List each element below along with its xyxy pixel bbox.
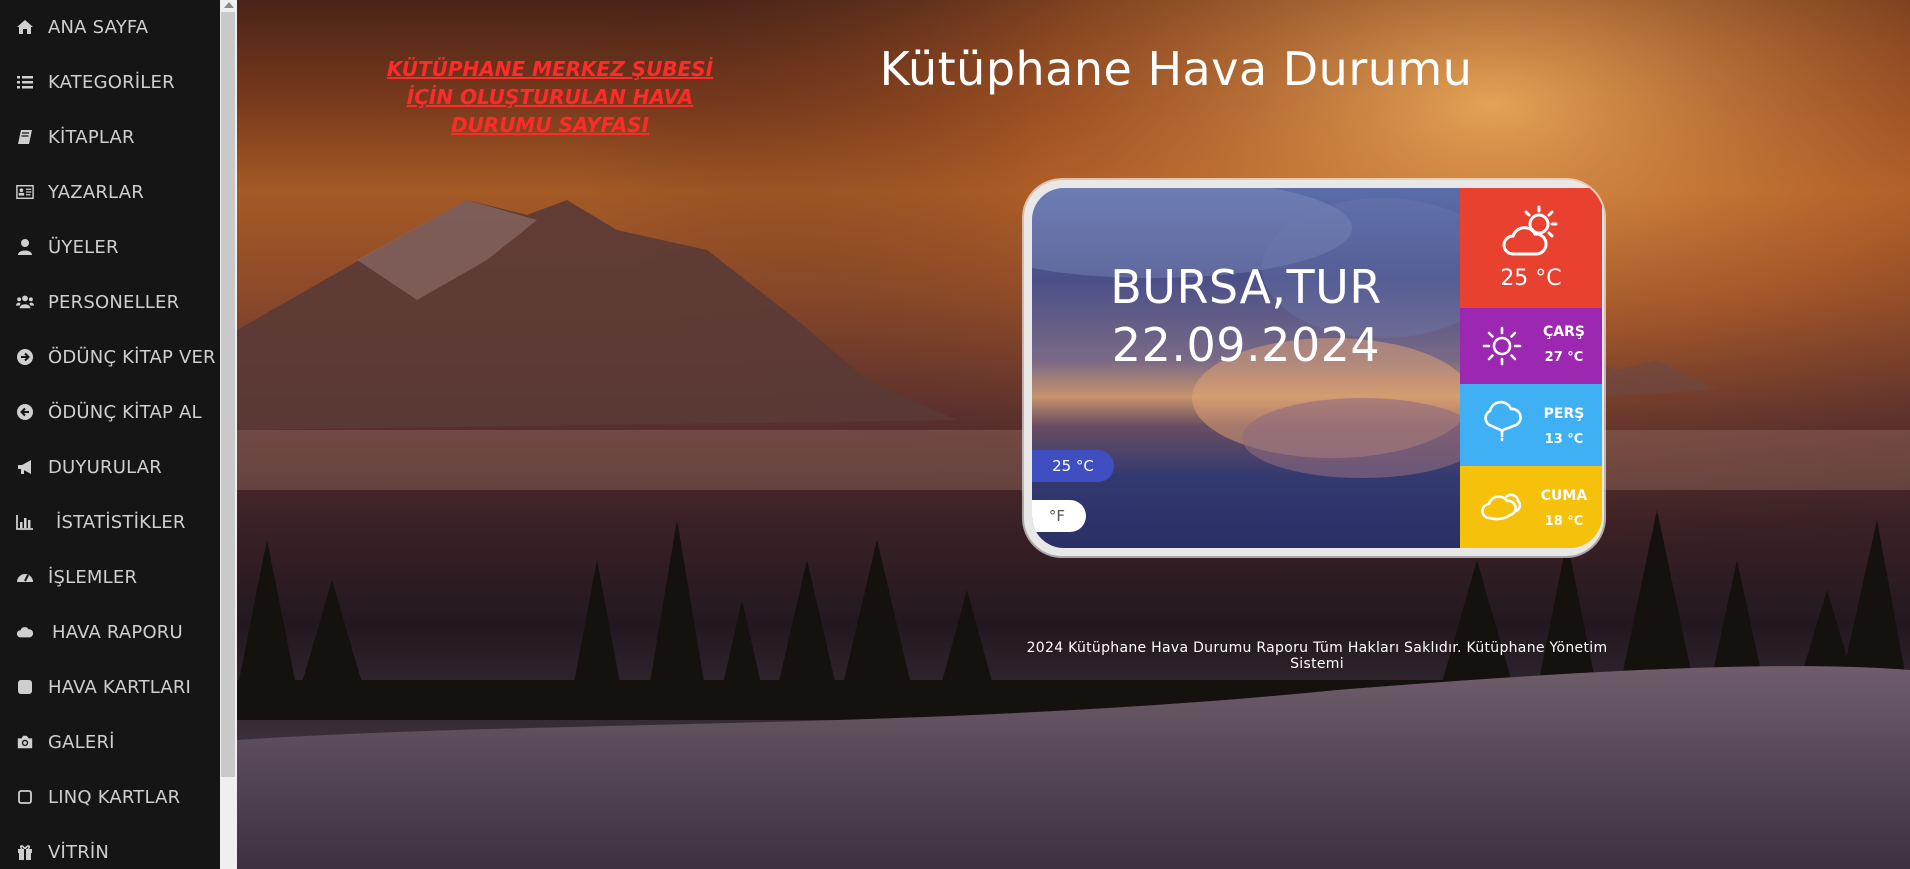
arrow-circle-left-icon — [14, 403, 36, 421]
sidebar-item-label: ANA SAYFA — [48, 16, 149, 38]
book-icon — [14, 128, 36, 146]
partly-cloudy-icon — [1502, 205, 1558, 256]
scroll-up-arrow-icon[interactable] — [224, 2, 234, 8]
bar-chart-icon — [14, 513, 36, 531]
forecast-tile-persembe: PERŞ 13 °C — [1460, 384, 1602, 466]
bullhorn-icon — [14, 458, 36, 476]
sidebar-item-label: KİTAPLAR — [48, 126, 135, 148]
dashboard-icon — [14, 568, 36, 586]
square-icon — [14, 678, 36, 696]
sidebar-item-label: GALERİ — [48, 731, 115, 753]
sidebar-item-label: HAVA RAPORU — [52, 621, 183, 643]
fahrenheit-toggle[interactable]: °F — [1032, 500, 1086, 532]
sidebar: ANA SAYFA KATEGORİLER KİTAPLAR YAZARLAR … — [0, 0, 220, 869]
page-notice: KÜTÜPHANE MERKEZ ŞUBESİ İÇİN OLUŞTURULAN… — [386, 57, 714, 137]
sidebar-item-label: YAZARLAR — [48, 181, 144, 203]
sidebar-item-label: PERSONELLER — [48, 291, 180, 313]
weather-city: BURSA,TUR — [1110, 260, 1382, 314]
main-content: KÜTÜPHANE MERKEZ ŞUBESİ İÇİN OLUŞTURULAN… — [237, 0, 1910, 869]
camera-icon — [14, 733, 36, 751]
sidebar-item-odunc-kitap-ver[interactable]: ÖDÜNÇ KİTAP VER — [0, 337, 220, 377]
sun-icon — [1482, 326, 1522, 366]
cloudy-icon — [1481, 493, 1522, 521]
forecast-day: PERŞ — [1543, 406, 1585, 422]
sidebar-item-label: İŞLEMLER — [48, 566, 138, 588]
forecast-tile-cuma: CUMA 18 °C — [1460, 466, 1602, 548]
sidebar-item-kategoriler[interactable]: KATEGORİLER — [0, 62, 220, 102]
sidebar-item-label: ÜYELER — [48, 236, 119, 258]
today-temp: 25 °C — [1500, 266, 1562, 291]
sidebar-item-label: ÖDÜNÇ KİTAP VER — [48, 346, 216, 368]
sidebar-item-islemler[interactable]: İŞLEMLER — [0, 557, 220, 597]
sidebar-item-label: DUYURULAR — [48, 456, 162, 478]
square-outline-icon — [14, 788, 36, 806]
sidebar-item-kitaplar[interactable]: KİTAPLAR — [0, 117, 220, 157]
scrollbar-thumb[interactable] — [221, 12, 235, 777]
arrow-circle-right-icon — [14, 348, 36, 366]
list-icon — [14, 73, 36, 91]
forecast-temp: 13 °C — [1544, 432, 1584, 447]
celsius-toggle[interactable]: 25 °C — [1032, 450, 1114, 482]
sidebar-item-odunc-kitap-al[interactable]: ÖDÜNÇ KİTAP AL — [0, 392, 220, 432]
forecast-day: CUMA — [1540, 488, 1588, 504]
sidebar-item-label: KATEGORİLER — [48, 71, 175, 93]
forecast-temp: 27 °C — [1544, 350, 1584, 365]
sidebar-item-linq-kartlar[interactable]: LINQ KARTLAR — [0, 777, 220, 817]
users-icon — [14, 293, 36, 311]
forecast-temp: 18 °C — [1544, 514, 1584, 529]
forecast-panel: 25 °C ÇARŞ 27 °C PERŞ 13 °C CUMA 18 °C — [1460, 188, 1602, 548]
sidebar-item-uyeler[interactable]: ÜYELER — [0, 227, 220, 267]
sidebar-item-hava-kartlari[interactable]: HAVA KARTLARI — [0, 667, 220, 707]
rain-cloud-icon — [1484, 400, 1522, 442]
home-icon — [14, 18, 36, 36]
forecast-tile-carsamba: ÇARŞ 27 °C — [1460, 308, 1602, 384]
sidebar-item-label: ÖDÜNÇ KİTAP AL — [48, 401, 202, 423]
sidebar-item-hava-raporu[interactable]: HAVA RAPORU — [0, 612, 220, 652]
sidebar-item-label: HAVA KARTLARI — [48, 676, 192, 698]
sidebar-item-personeller[interactable]: PERSONELLER — [0, 282, 220, 322]
sidebar-item-galeri[interactable]: GALERİ — [0, 722, 220, 762]
weather-card: BURSA,TUR 22.09.2024 25 °C °F 25 °C ÇARŞ — [1024, 180, 1604, 556]
sidebar-item-label: VİTRİN — [48, 841, 110, 863]
user-icon — [14, 238, 36, 256]
sidebar-item-yazarlar[interactable]: YAZARLAR — [0, 172, 220, 212]
page-title: Kütüphane Hava Durumu — [879, 42, 1473, 96]
sidebar-item-label: İSTATİSTİKLER — [56, 511, 186, 533]
cloud-icon — [14, 623, 36, 641]
id-card-icon — [14, 183, 36, 201]
sidebar-item-vitrin[interactable]: VİTRİN — [0, 832, 220, 869]
forecast-day: ÇARŞ — [1543, 324, 1585, 340]
today-tile: 25 °C — [1460, 188, 1602, 308]
sidebar-item-istatistikler[interactable]: İSTATİSTİKLER — [0, 502, 220, 542]
sidebar-item-ana-sayfa[interactable]: ANA SAYFA — [0, 7, 220, 47]
page-footer: 2024 Kütüphane Hava Durumu Raporu Tüm Ha… — [1026, 640, 1608, 672]
sidebar-item-duyurular[interactable]: DUYURULAR — [0, 447, 220, 487]
weather-date: 22.09.2024 — [1111, 318, 1381, 372]
gift-icon — [14, 843, 36, 861]
weather-main-panel: BURSA,TUR 22.09.2024 25 °C °F — [1032, 188, 1460, 548]
sidebar-item-label: LINQ KARTLAR — [48, 786, 181, 808]
